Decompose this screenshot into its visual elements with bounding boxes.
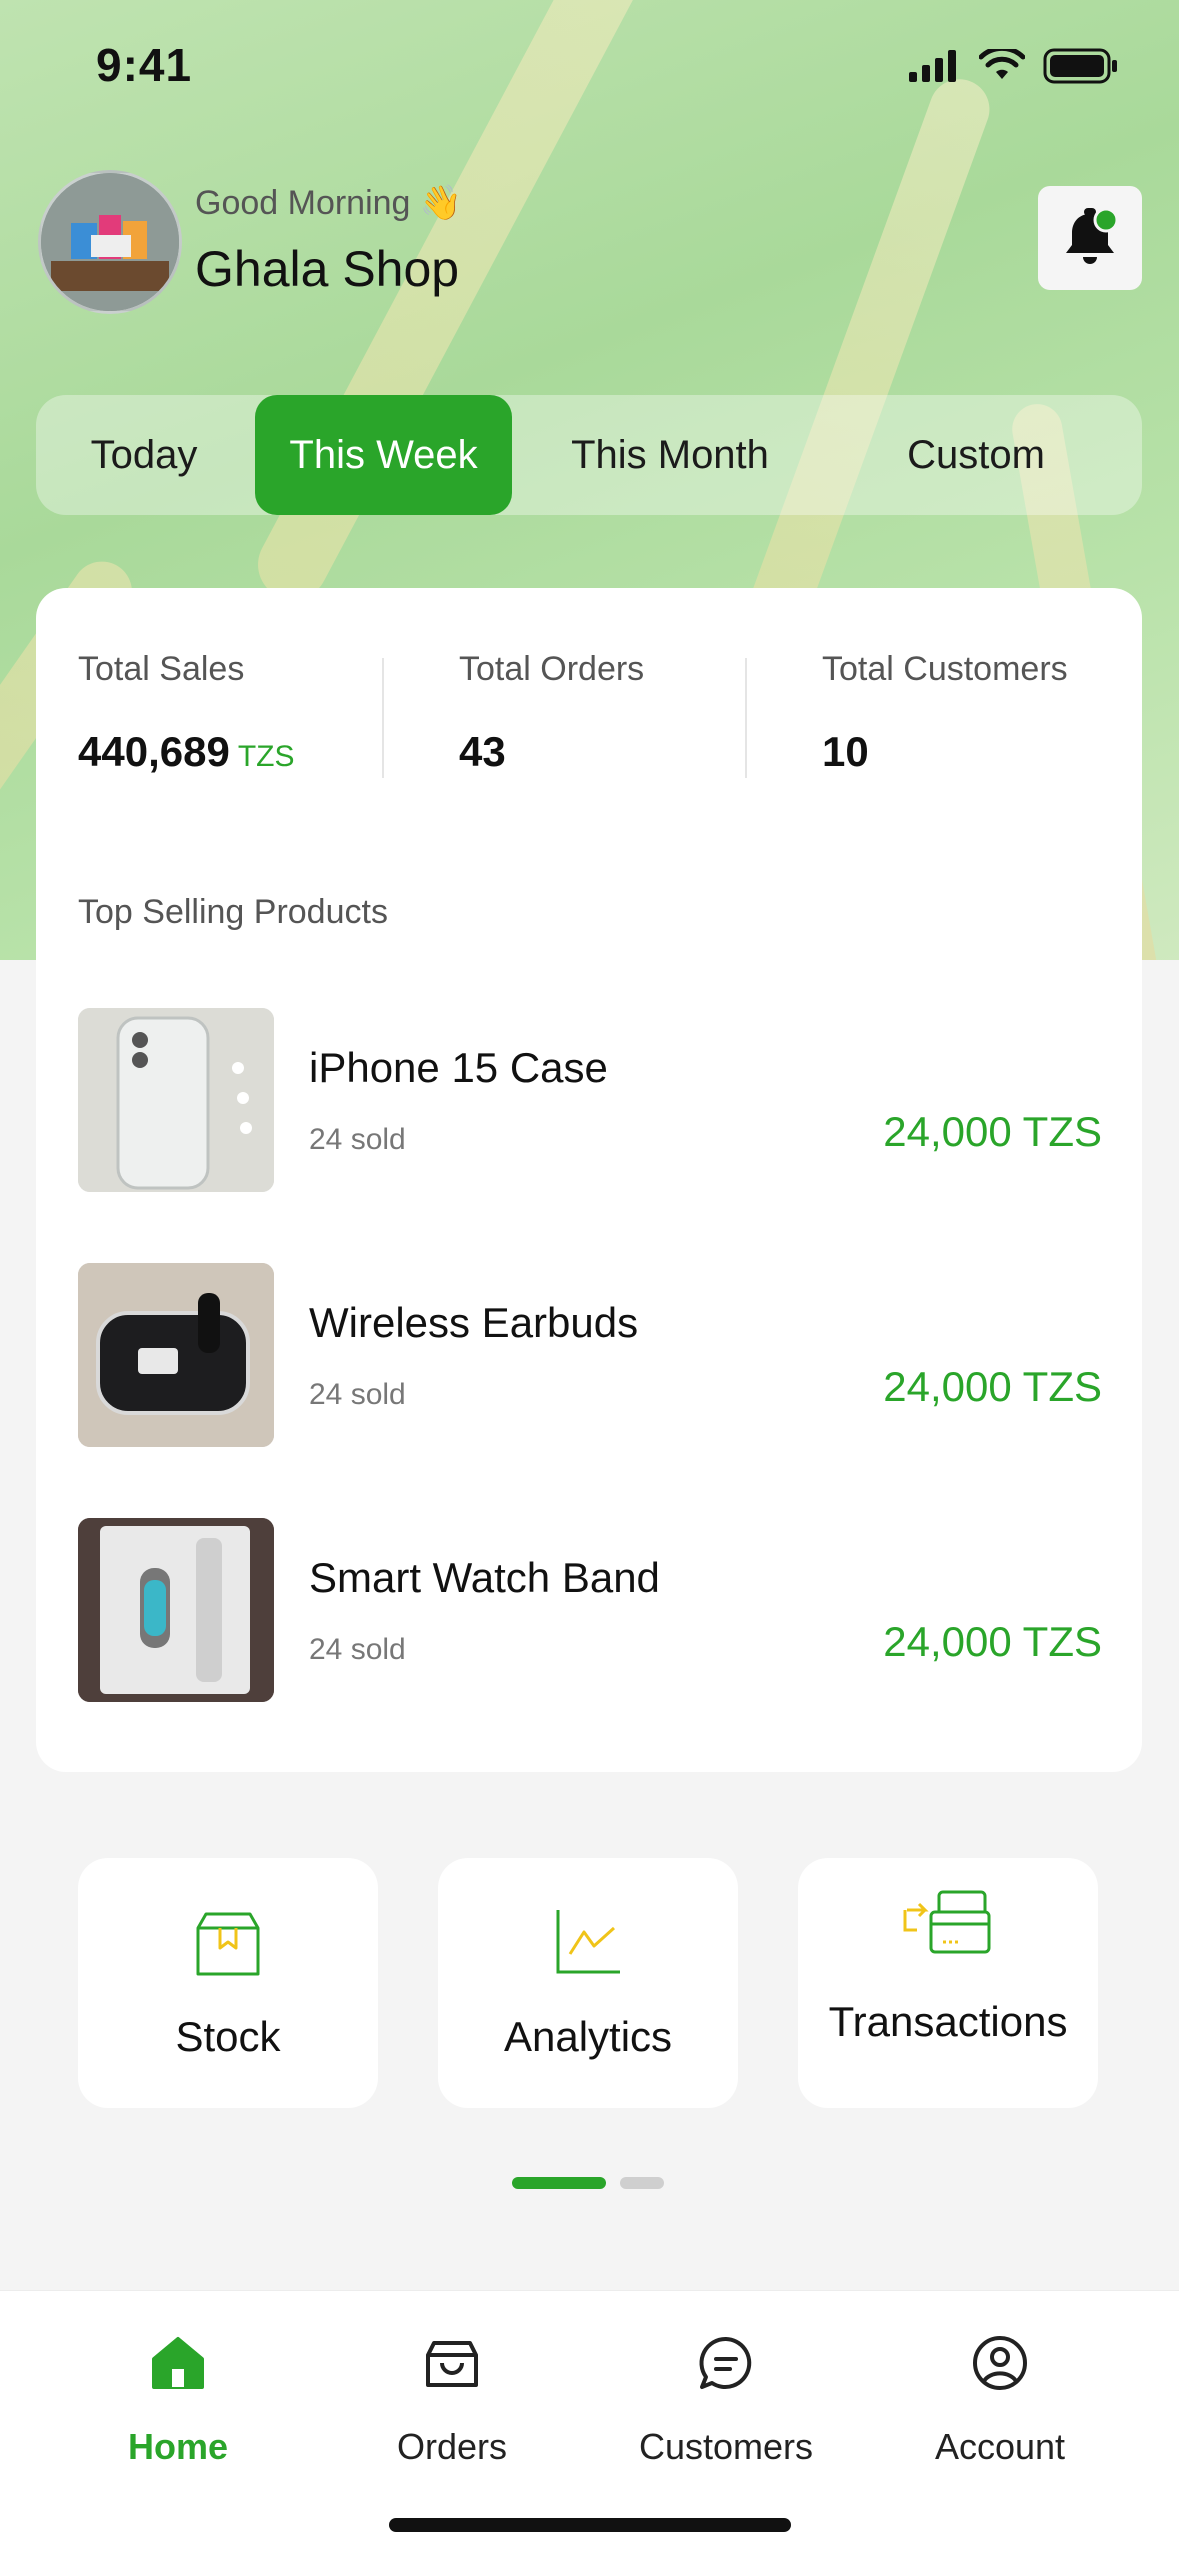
total-sales-unit: TZS	[237, 740, 295, 773]
nav-orders[interactable]: Orders	[332, 2333, 572, 2468]
status-time: 9:41	[96, 39, 193, 91]
nav-customers[interactable]: Customers	[606, 2333, 846, 2468]
quick-action-stock[interactable]: Stock	[78, 1858, 378, 2108]
tab-custom[interactable]: Custom	[826, 395, 1126, 515]
bell-icon	[1066, 208, 1118, 264]
quick-action-label: Stock	[175, 2013, 281, 2060]
period-tabs: Today This Week This Month Custom	[36, 395, 1142, 515]
home-icon	[152, 2337, 204, 2389]
nav-label: Orders	[396, 2426, 508, 2467]
quick-action-analytics[interactable]: Analytics	[438, 1858, 738, 2108]
summary-card: Total Sales 440,689 TZS Total Orders 43 T…	[36, 588, 1142, 1772]
nav-home[interactable]: Home	[58, 2333, 298, 2468]
total-sales-amount: 440,689	[78, 728, 230, 775]
earbuds-image	[78, 1263, 274, 1447]
product-price: 24,000 TZS	[883, 1363, 1102, 1410]
watch-band-image	[78, 1518, 274, 1702]
signal-icon	[909, 50, 956, 82]
bag-icon	[426, 2341, 478, 2387]
transactions-icon	[903, 1890, 991, 1954]
quick-action-transactions[interactable]: Transactions	[798, 1858, 1098, 2108]
shop-name: Ghala Shop	[195, 241, 460, 297]
home-indicator	[389, 2518, 791, 2532]
product-name[interactable]: iPhone 15 Case	[309, 1044, 608, 1092]
tab-this-month[interactable]: This Month	[520, 395, 820, 515]
shop-avatar-image	[41, 173, 179, 311]
nav-label: Home	[127, 2426, 229, 2467]
bottom-nav: Home Orders Customers Account	[0, 2290, 1179, 2557]
wifi-icon	[979, 49, 1025, 79]
notification-dot	[1093, 208, 1118, 233]
stat-divider	[382, 658, 384, 778]
stat-value-total-customers: 10	[822, 728, 869, 775]
user-circle-icon	[973, 2336, 1027, 2390]
stat-divider	[745, 658, 747, 778]
battery-icon	[1043, 48, 1117, 84]
status-icons	[909, 48, 1119, 84]
nav-label: Account	[934, 2426, 1066, 2467]
ribbon-decoration	[245, 0, 665, 612]
notifications-button[interactable]	[1038, 186, 1142, 290]
product-name[interactable]: Smart Watch Band	[309, 1554, 660, 1602]
greeting-text: Good Morning 👋	[195, 184, 463, 222]
product-price: 24,000 TZS	[883, 1618, 1102, 1665]
box-icon	[196, 1912, 260, 1976]
tab-this-week[interactable]: This Week	[255, 395, 512, 515]
chat-icon	[699, 2336, 752, 2389]
chart-icon	[556, 1910, 620, 1974]
product-image-wireless-earbuds[interactable]	[78, 1263, 274, 1447]
stat-label-total-orders: Total Orders	[459, 650, 645, 688]
product-image-iphone-case[interactable]	[78, 1008, 274, 1192]
product-sold-count: 24 sold	[309, 1633, 406, 1666]
product-sold-count: 24 sold	[309, 1123, 406, 1156]
tab-today[interactable]: Today	[36, 395, 252, 515]
product-image-smart-watch-band[interactable]	[78, 1518, 274, 1702]
top-selling-title: Top Selling Products	[78, 893, 388, 931]
quick-action-label: Transactions	[828, 1998, 1068, 2045]
shop-avatar[interactable]	[38, 170, 182, 314]
stat-label-total-customers: Total Customers	[822, 650, 1068, 688]
stat-value-total-sales: 440,689 TZS	[78, 728, 295, 776]
nav-label: Customers	[638, 2426, 814, 2467]
iphone-case-image	[78, 1008, 274, 1192]
product-name[interactable]: Wireless Earbuds	[309, 1299, 638, 1347]
stat-value-total-orders: 43	[459, 728, 506, 775]
stat-label-total-sales: Total Sales	[78, 650, 245, 688]
quick-action-label: Analytics	[503, 2013, 673, 2060]
nav-account[interactable]: Account	[880, 2333, 1120, 2468]
pager-dot-active[interactable]	[512, 2177, 606, 2189]
product-sold-count: 24 sold	[309, 1378, 406, 1411]
product-price: 24,000 TZS	[883, 1108, 1102, 1155]
pager-dot[interactable]	[620, 2177, 664, 2189]
